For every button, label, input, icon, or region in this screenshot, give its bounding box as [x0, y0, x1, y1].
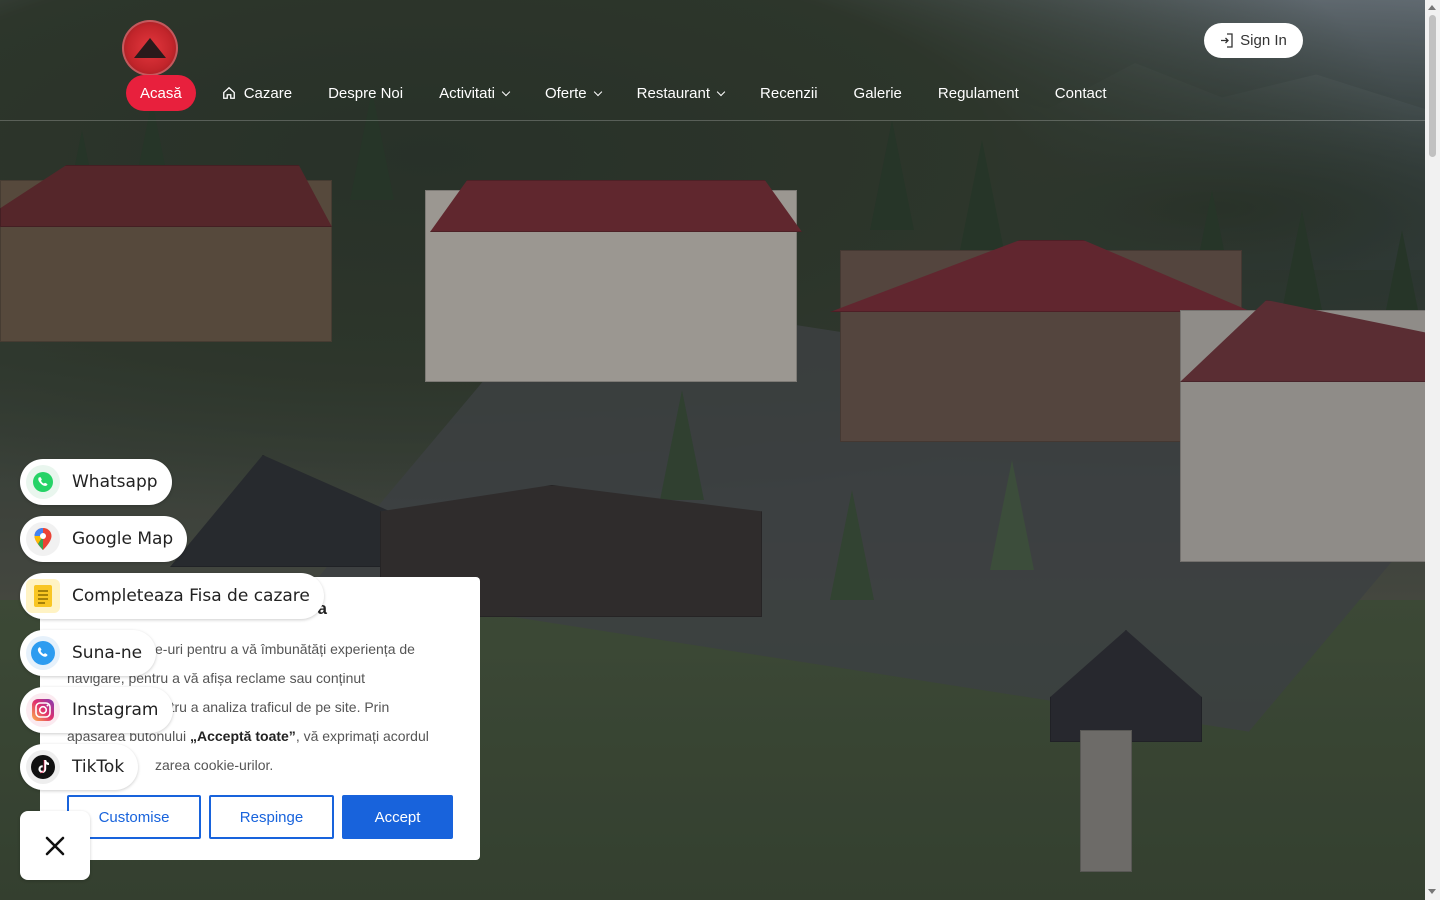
nav-item-restaurant[interactable]: Restaurant — [619, 75, 742, 111]
nav-item-contact[interactable]: Contact — [1037, 75, 1125, 111]
close-contacts-button[interactable] — [20, 811, 90, 880]
close-icon — [45, 836, 65, 855]
nav-item-cazare[interactable]: Cazare — [204, 75, 310, 111]
cookie-text-bold: „Acceptă toate” — [190, 728, 296, 744]
contact-label: Whatsapp — [72, 472, 158, 492]
contact-instagram[interactable]: Instagram — [20, 687, 173, 733]
instagram-icon — [26, 693, 60, 727]
scrollbar-thumb[interactable] — [1429, 15, 1436, 157]
chevron-down-icon — [716, 87, 726, 96]
nav-label: Contact — [1054, 84, 1107, 102]
nav-item-despre-noi[interactable]: Despre Noi — [310, 75, 421, 111]
chevron-down-icon — [501, 87, 511, 96]
whatsapp-icon — [26, 465, 60, 499]
nav-label: Recenzii — [760, 84, 818, 102]
nav-label: Despre Noi — [328, 84, 404, 102]
contact-whatsapp[interactable]: Whatsapp — [20, 459, 172, 505]
nav-item-recenzii[interactable]: Recenzii — [742, 75, 836, 111]
nav-item-galerie[interactable]: Galerie — [836, 75, 920, 111]
map-pin-icon — [26, 522, 60, 556]
contact-label: TikTok — [72, 757, 125, 777]
nav-item-oferte[interactable]: Oferte — [527, 75, 619, 111]
nav-label: Restaurant — [636, 84, 711, 102]
sign-in-icon — [1221, 33, 1233, 48]
nav-label: Cazare — [243, 84, 293, 102]
notes-icon — [26, 579, 60, 613]
nav-label: Acasă — [140, 84, 182, 102]
reject-button[interactable]: Respinge — [209, 795, 334, 839]
accept-button[interactable]: Accept — [342, 795, 453, 839]
sign-in-label: Sign In — [1240, 32, 1287, 49]
contact-label: Instagram — [72, 700, 159, 720]
nav-label: Oferte — [544, 84, 587, 102]
tiktok-icon — [26, 750, 60, 784]
contact-label: Google Map — [72, 529, 174, 549]
header-divider — [0, 120, 1425, 121]
nav-label: Galerie — [853, 84, 902, 102]
nav-item-activitati[interactable]: Activitati — [421, 75, 527, 111]
main-nav: Acasă Cazare Despre Noi Activitati Ofert… — [126, 75, 1125, 111]
cookie-text-part: , vă exprimați acordul — [295, 728, 429, 744]
contact-phone[interactable]: Suna-ne — [20, 630, 157, 676]
phone-icon — [26, 636, 60, 670]
nav-label: Activitati — [439, 84, 495, 102]
sign-in-button[interactable]: Sign In — [1204, 23, 1303, 58]
nav-item-acasa[interactable]: Acasă — [126, 75, 196, 111]
contact-label: Completeaza Fisa de cazare — [72, 586, 310, 606]
contact-label: Suna-ne — [72, 643, 143, 663]
contact-tiktok[interactable]: TikTok — [20, 744, 139, 790]
chevron-down-icon — [593, 87, 602, 96]
contact-google-map[interactable]: Google Map — [20, 516, 188, 562]
scroll-up-arrow[interactable] — [1428, 5, 1436, 10]
contact-fisa-cazare[interactable]: Completeaza Fisa de cazare — [20, 573, 324, 619]
scroll-down-arrow[interactable] — [1428, 889, 1436, 894]
site-logo[interactable] — [122, 20, 178, 76]
home-icon — [222, 86, 235, 99]
nav-item-regulament[interactable]: Regulament — [920, 75, 1037, 111]
nav-label: Regulament — [937, 84, 1019, 102]
